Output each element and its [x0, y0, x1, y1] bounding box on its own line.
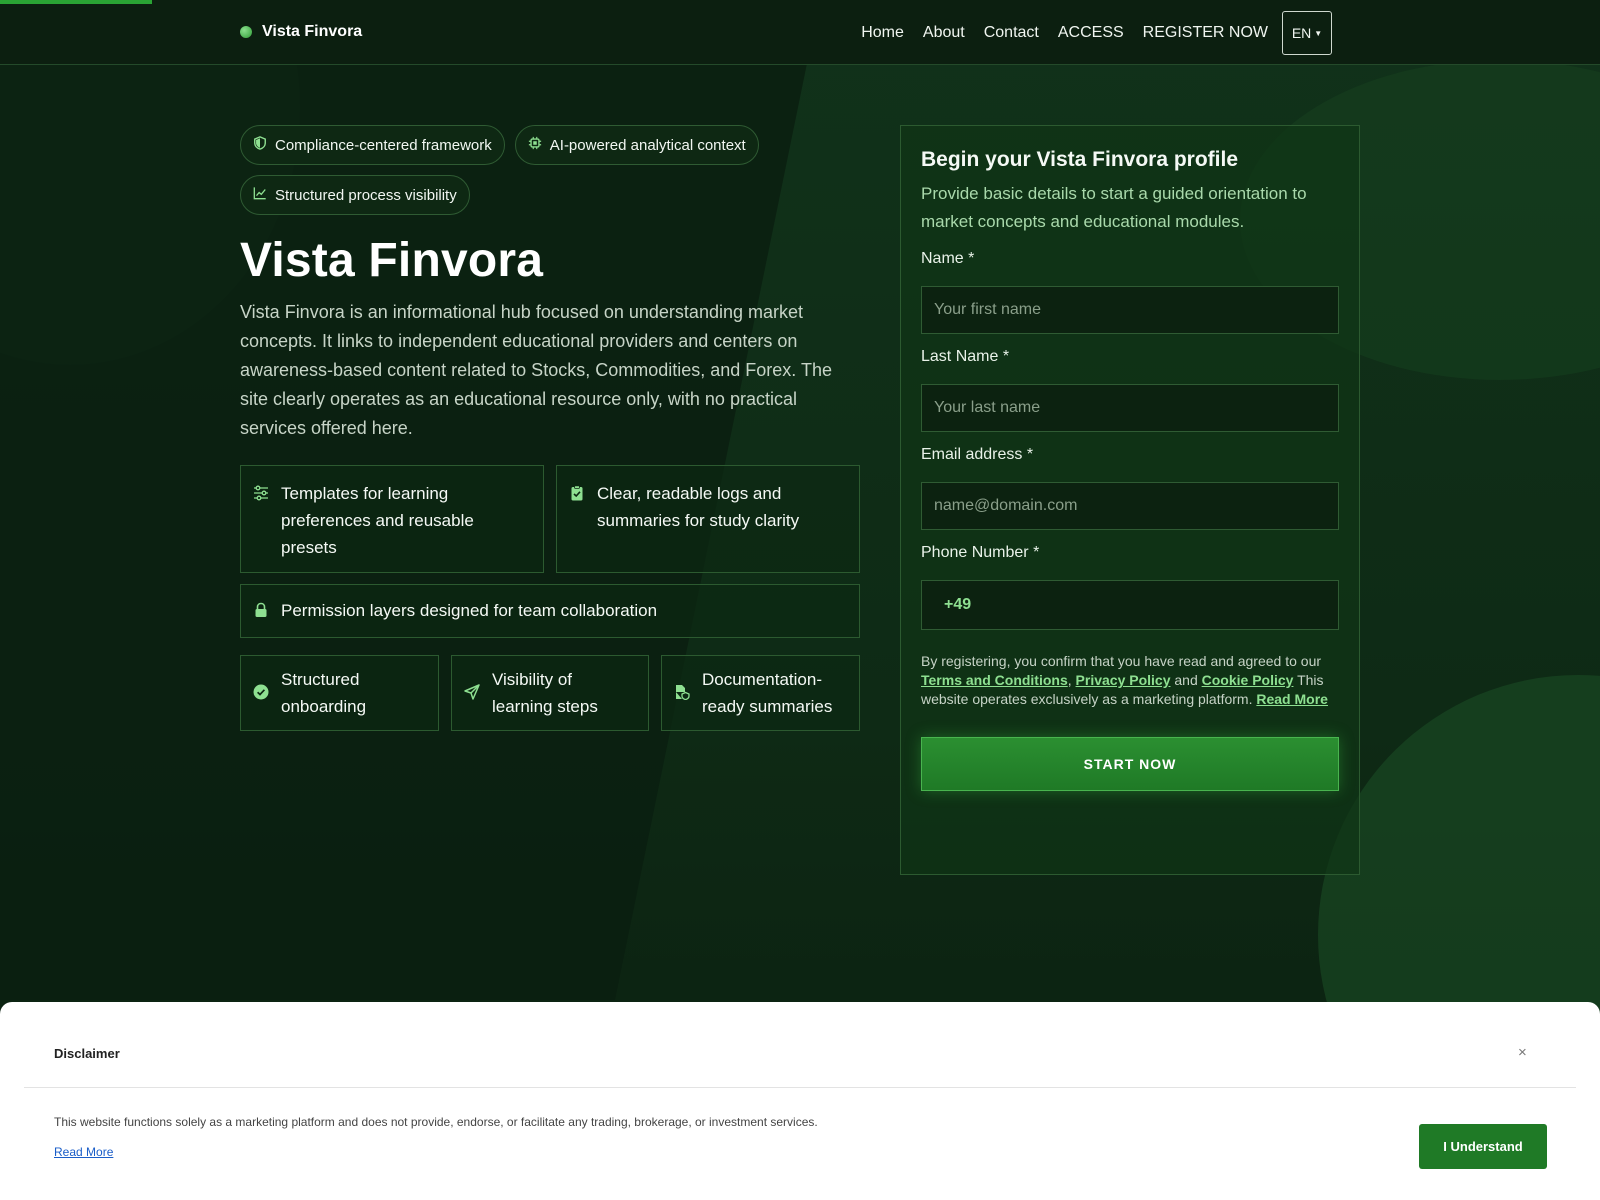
pill-ai: AI-powered analytical context	[514, 125, 759, 165]
privacy-link[interactable]: Privacy Policy	[1076, 672, 1171, 688]
phone-input[interactable]: +49	[921, 580, 1339, 630]
feature-text: Permission layers designed for team coll…	[281, 601, 658, 620]
phone-prefix: +49	[944, 596, 972, 613]
main-nav: Home About Contact ACCESS REGISTER NOW E…	[842, 11, 1332, 55]
consent-text: By registering, you confirm that you hav…	[921, 652, 1339, 709]
feature-card-onboarding: Structured onboarding	[240, 655, 439, 731]
scroll-progress-bar	[0, 0, 152, 4]
phone-label: Phone Number *	[921, 544, 1040, 561]
close-icon[interactable]: ×	[1518, 1044, 1527, 1061]
shield-icon	[253, 136, 267, 154]
last-name-input[interactable]	[921, 384, 1339, 432]
feature-text: Visibility of learning steps	[492, 670, 598, 716]
pill-label: AI-powered analytical context	[549, 136, 746, 154]
registration-form: Begin your Vista Finvora profile Provide…	[900, 125, 1360, 875]
feature-text: Templates for learning preferences and r…	[281, 484, 474, 557]
consent-intro: By registering, you confirm that you hav…	[921, 653, 1322, 669]
disclaimer-text: This website functions solely as a marke…	[54, 1115, 818, 1129]
check-circle-icon	[253, 681, 271, 708]
pill-process: Structured process visibility	[240, 175, 470, 215]
pill-label: Compliance-centered framework	[275, 136, 492, 154]
feature-card-templates: Templates for learning preferences and r…	[240, 465, 544, 573]
disclaimer-banner: Disclaimer × This website functions sole…	[0, 1002, 1600, 1200]
logo-dot-icon	[240, 26, 252, 38]
feature-card-documentation: Documentation-ready summaries	[661, 655, 860, 731]
email-label: Email address *	[921, 446, 1034, 463]
pill-compliance: Compliance-centered framework	[240, 125, 505, 165]
chip-icon	[528, 136, 542, 154]
trend-chart-icon	[253, 186, 267, 204]
language-selector[interactable]: EN ▼	[1282, 11, 1332, 55]
nav-access[interactable]: ACCESS	[1058, 24, 1124, 42]
consent-and: and	[1170, 672, 1202, 688]
first-name-input[interactable]	[921, 286, 1339, 334]
form-title: Begin your Vista Finvora profile	[921, 148, 1239, 171]
nav-contact[interactable]: Contact	[984, 24, 1039, 42]
lock-icon	[253, 599, 271, 623]
consent-read-more-link[interactable]: Read More	[1256, 691, 1328, 707]
first-name-label: Name *	[921, 250, 975, 267]
last-name-label: Last Name *	[921, 348, 1010, 365]
disclaimer-read-more-link[interactable]: Read More	[54, 1145, 113, 1159]
feature-card-logs: Clear, readable logs and summaries for s…	[556, 465, 860, 573]
nav-about[interactable]: About	[923, 24, 965, 42]
language-value: EN	[1291, 25, 1312, 41]
feature-text: Clear, readable logs and summaries for s…	[597, 484, 800, 530]
start-now-button[interactable]: START NOW	[921, 737, 1339, 791]
form-subtitle: Provide basic details to start a guided …	[921, 184, 1307, 231]
nav-home[interactable]: Home	[861, 24, 904, 42]
brand-logo[interactable]: Vista Finvora	[240, 23, 362, 41]
consent-separator: ,	[1067, 672, 1076, 688]
send-arrow-icon	[464, 681, 482, 708]
file-shield-icon	[674, 681, 692, 708]
page-title: Vista Finvora	[240, 234, 544, 287]
feature-text: Documentation-ready summaries	[702, 670, 833, 716]
brand-name: Vista Finvora	[262, 23, 363, 40]
i-understand-button[interactable]: I Understand	[1419, 1124, 1547, 1169]
pill-label: Structured process visibility	[275, 186, 457, 204]
feature-pills: Compliance-centered framework AI-powered…	[240, 125, 840, 215]
nav-register-now[interactable]: REGISTER NOW	[1143, 24, 1268, 42]
clipboard-check-icon	[569, 482, 587, 558]
terms-link[interactable]: Terms and Conditions	[921, 672, 1068, 688]
caret-down-icon: ▼	[1314, 28, 1323, 38]
hero-section: Compliance-centered framework AI-powered…	[240, 125, 860, 443]
feature-text: Structured onboarding	[281, 670, 367, 716]
divider	[24, 1087, 1576, 1088]
cookie-link[interactable]: Cookie Policy	[1202, 672, 1294, 688]
disclaimer-title: Disclaimer	[54, 1046, 120, 1061]
sliders-icon	[253, 482, 271, 558]
hero-description: Vista Finvora is an informational hub fo…	[240, 301, 832, 438]
site-header: Vista Finvora Home About Contact ACCESS …	[0, 0, 1600, 65]
email-input[interactable]	[921, 482, 1339, 530]
feature-card-permissions: Permission layers designed for team coll…	[240, 584, 860, 638]
feature-card-visibility: Visibility of learning steps	[451, 655, 649, 731]
